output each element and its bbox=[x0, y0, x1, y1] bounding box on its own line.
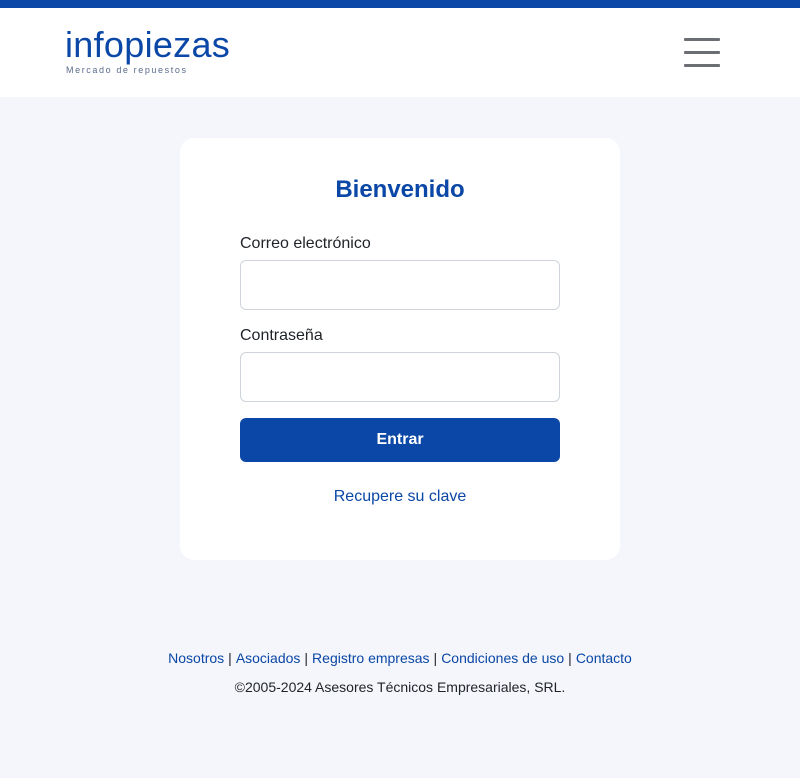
footer-separator: | bbox=[433, 650, 438, 666]
footer-link-nosotros[interactable]: Nosotros bbox=[168, 650, 224, 666]
login-submit-button[interactable]: Entrar bbox=[240, 418, 560, 462]
logo-wordmark: infopiezas bbox=[65, 24, 231, 65]
footer-separator: | bbox=[228, 650, 232, 666]
footer-link-contacto[interactable]: Contacto bbox=[576, 650, 632, 666]
logo-tagline: Mercado de repuestos bbox=[66, 65, 188, 75]
footer-separator: | bbox=[304, 650, 309, 666]
footer-link-registro-empresas[interactable]: Registro empresas bbox=[312, 650, 430, 666]
recover-password-link[interactable]: Recupere su clave bbox=[180, 488, 620, 506]
footer-link-condiciones-de-uso[interactable]: Condiciones de uso bbox=[441, 650, 564, 666]
password-field[interactable] bbox=[240, 352, 560, 402]
login-title: Bienvenido bbox=[335, 176, 465, 203]
site-logo[interactable]: infopiezas Mercado de repuestos bbox=[65, 24, 231, 76]
menu-bar-top bbox=[684, 38, 720, 41]
email-field[interactable] bbox=[240, 260, 560, 310]
footer-separator: | bbox=[568, 650, 572, 666]
password-label: Contraseña bbox=[240, 327, 323, 344]
footer-copyright: ©2005-2024 Asesores Técnicos Empresarial… bbox=[234, 679, 566, 695]
email-label: Correo electrónico bbox=[240, 235, 371, 252]
menu-bar-bottom bbox=[684, 64, 720, 67]
site-footer: Nosotros | Asociados | Registro empresas | Con… bbox=[0, 648, 800, 697]
login-card: Bienvenido Correo electrónico Contraseña… bbox=[180, 138, 620, 560]
top-accent-stripe bbox=[0, 0, 800, 8]
footer-links: Nosotros | Asociados | Registro empresas | Con… bbox=[0, 648, 800, 668]
site-header: infopiezas Mercado de repuestos bbox=[0, 8, 800, 97]
footer-link-asociados[interactable]: Asociados bbox=[236, 650, 301, 666]
menu-bar-middle bbox=[684, 51, 720, 54]
hamburger-menu-icon[interactable] bbox=[678, 34, 724, 72]
